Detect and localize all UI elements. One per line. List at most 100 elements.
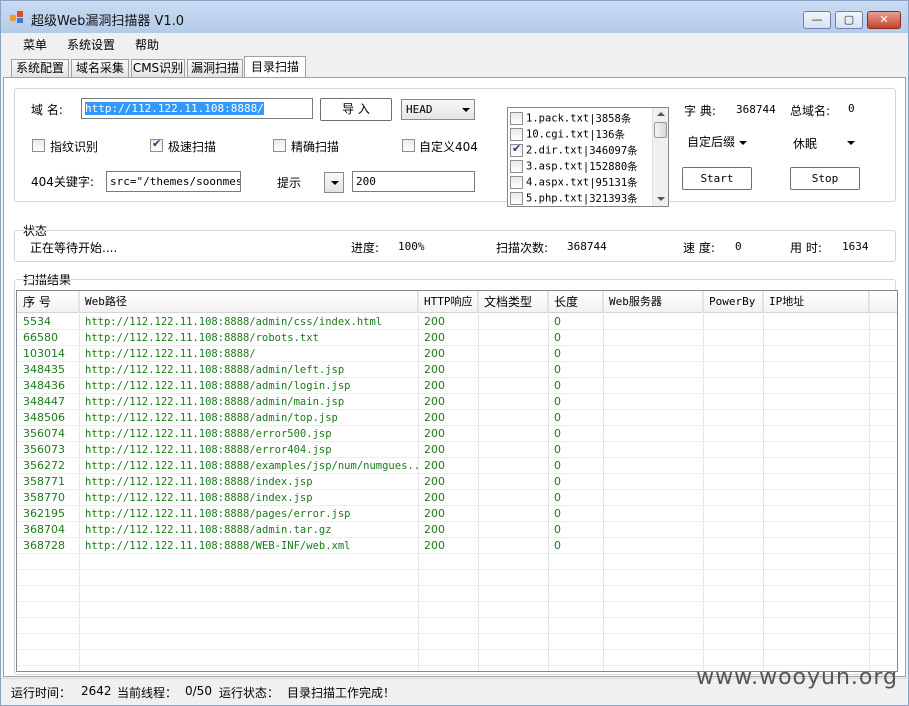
table-row[interactable] <box>17 586 897 602</box>
custom404-checkbox[interactable] <box>402 139 415 152</box>
cell-length: 0 <box>554 379 561 392</box>
runtime-value: 2642 <box>81 684 112 698</box>
tab-strip: 系统配置 域名采集 CMS识别 漏洞扫描 目录扫描 <box>1 56 908 78</box>
title-bar[interactable]: 超级Web漏洞扫描器 V1.0 — ▢ ✕ <box>1 1 908 33</box>
domain-label: 域 名: <box>31 103 63 117</box>
cell-index: 356272 <box>23 459 65 472</box>
col-web-path[interactable]: Web路径 <box>79 291 418 313</box>
method-select[interactable]: HEAD <box>401 99 475 120</box>
precise-scan-checkbox[interactable] <box>273 139 286 152</box>
table-row[interactable] <box>17 618 897 634</box>
cell-length: 0 <box>554 427 561 440</box>
cell-index: 356073 <box>23 443 65 456</box>
table-row[interactable]: 358770 http://112.122.11.108:8888/index.j… <box>17 490 897 506</box>
fast-scan-checkbox[interactable] <box>150 137 163 152</box>
col-filler <box>869 291 897 313</box>
table-row[interactable] <box>17 602 897 618</box>
dict-file-item[interactable]: 5.php.txt|321393条 <box>510 191 638 206</box>
column-divider <box>703 291 704 671</box>
table-row[interactable]: 348435 http://112.122.11.108:8888/admin/l… <box>17 362 897 378</box>
app-window: 超级Web漏洞扫描器 V1.0 — ▢ ✕ 菜单 系统设置 帮助 系统配置 域名… <box>0 0 909 706</box>
tab-cms-detect[interactable]: CMS识别 <box>131 59 185 78</box>
table-row[interactable]: 66580 http://112.122.11.108:8888/robots.t… <box>17 330 897 346</box>
table-row[interactable]: 348447 http://112.122.11.108:8888/admin/m… <box>17 394 897 410</box>
dict-file-item[interactable]: 10.cgi.txt|136条 <box>510 127 625 143</box>
fingerprint-checkbox[interactable] <box>32 139 45 152</box>
sleep-dropdown[interactable] <box>842 132 860 153</box>
dict-file-checkbox[interactable] <box>510 112 523 125</box>
status-code-input[interactable]: 200 <box>352 171 475 192</box>
cell-index: 348447 <box>23 395 65 408</box>
menu-help[interactable]: 帮助 <box>135 36 159 53</box>
suffix-select[interactable]: 自定后缀 <box>682 132 752 153</box>
scroll-up-icon <box>657 112 665 116</box>
cell-index: 348506 <box>23 411 65 424</box>
maximize-button[interactable]: ▢ <box>835 11 863 29</box>
table-row[interactable]: 362195 http://112.122.11.108:8888/pages/e… <box>17 506 897 522</box>
keyword-label: 404关键字: <box>31 175 94 189</box>
dict-file-checkbox[interactable] <box>510 128 523 141</box>
scan-count-label: 扫描次数: <box>496 241 549 255</box>
dict-file-item[interactable]: 4.aspx.txt|95131条 <box>510 175 638 191</box>
tab-domain-collect[interactable]: 域名采集 <box>71 59 129 78</box>
table-row[interactable]: 368728 http://112.122.11.108:8888/WEB-INF… <box>17 538 897 554</box>
cell-index: 356074 <box>23 427 65 440</box>
dict-file-checkbox[interactable] <box>510 192 523 205</box>
cell-http-status: 200 <box>424 475 445 488</box>
col-length[interactable]: 长度 <box>548 291 603 313</box>
cell-length: 0 <box>554 347 561 360</box>
results-table[interactable]: 序 号 Web路径 HTTP响应 文档类型 长度 Web服务器 PowerBy … <box>16 290 898 672</box>
dict-file-checkbox[interactable] <box>510 142 523 157</box>
table-row[interactable]: 356272 http://112.122.11.108:8888/example… <box>17 458 897 474</box>
cell-index: 5534 <box>23 315 51 328</box>
menu-main[interactable]: 菜单 <box>23 36 47 53</box>
keyword-input[interactable]: src="/themes/soonmes/i <box>106 171 241 192</box>
table-row[interactable]: 368704 http://112.122.11.108:8888/admin.t… <box>17 522 897 538</box>
start-button[interactable]: Start <box>682 167 752 190</box>
dict-list-scrollbar[interactable] <box>652 108 668 206</box>
table-row[interactable]: 348506 http://112.122.11.108:8888/admin/t… <box>17 410 897 426</box>
table-row[interactable] <box>17 634 897 650</box>
dict-file-item[interactable]: 3.asp.txt|152880条 <box>510 159 638 175</box>
table-row[interactable]: 358771 http://112.122.11.108:8888/index.j… <box>17 474 897 490</box>
import-button[interactable]: 导 入 <box>320 98 392 121</box>
table-row[interactable] <box>17 570 897 586</box>
col-powerby[interactable]: PowerBy <box>703 291 763 313</box>
table-row[interactable] <box>17 650 897 666</box>
cell-doc-type <box>478 314 548 330</box>
table-row[interactable]: 5534 http://112.122.11.108:8888/admin/css… <box>17 314 897 330</box>
cell-length: 0 <box>554 395 561 408</box>
column-divider <box>79 291 80 671</box>
minimize-button[interactable]: — <box>803 11 831 29</box>
table-row[interactable]: 103014 http://112.122.11.108:8888/200 0 <box>17 346 897 362</box>
col-http-status[interactable]: HTTP响应 <box>418 291 478 313</box>
col-doc-type[interactable]: 文档类型 <box>478 291 548 313</box>
col-web-server[interactable]: Web服务器 <box>603 291 703 313</box>
menu-settings[interactable]: 系统设置 <box>67 36 115 53</box>
dict-file-checkbox[interactable] <box>510 176 523 189</box>
col-ip[interactable]: IP地址 <box>763 291 869 313</box>
hint-dropdown[interactable] <box>324 172 344 193</box>
tab-vuln-scan[interactable]: 漏洞扫描 <box>187 59 243 78</box>
dict-file-count: |321393条 <box>582 193 638 205</box>
cell-length: 0 <box>554 331 561 344</box>
cell-length: 0 <box>554 491 561 504</box>
domain-input[interactable]: http://112.122.11.108:8888/ <box>81 98 313 119</box>
custom404-label: 自定义404 <box>419 140 478 154</box>
close-button[interactable]: ✕ <box>867 11 901 29</box>
dict-file-list[interactable]: 1.pack.txt|3858条10.cgi.txt|136条2.dir.txt… <box>507 107 669 207</box>
dict-count: 368744 <box>736 103 776 116</box>
precise-scan-label: 精确扫描 <box>291 140 340 154</box>
dict-file-checkbox[interactable] <box>510 160 523 173</box>
table-row[interactable]: 348436 http://112.122.11.108:8888/admin/l… <box>17 378 897 394</box>
cell-index: 368704 <box>23 523 65 536</box>
col-index[interactable]: 序 号 <box>17 291 79 313</box>
table-row[interactable]: 356074 http://112.122.11.108:8888/error50… <box>17 426 897 442</box>
tab-system-config[interactable]: 系统配置 <box>11 59 69 78</box>
tab-dir-scan[interactable]: 目录扫描 <box>244 56 306 78</box>
table-row[interactable]: 356073 http://112.122.11.108:8888/error40… <box>17 442 897 458</box>
dict-file-item[interactable]: 2.dir.txt|346097条 <box>510 142 638 159</box>
dict-file-item[interactable]: 1.pack.txt|3858条 <box>510 111 631 127</box>
stop-button[interactable]: Stop <box>790 167 860 190</box>
table-row[interactable] <box>17 554 897 570</box>
